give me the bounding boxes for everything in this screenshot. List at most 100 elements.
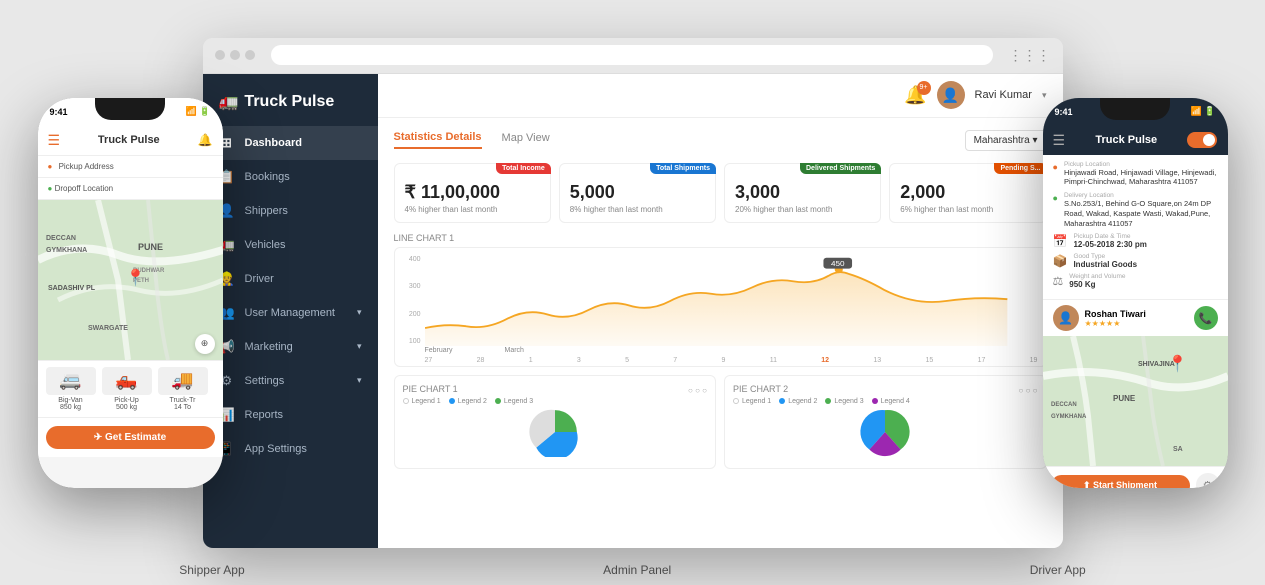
driver-status-time: 9:41: [1055, 107, 1073, 117]
sidebar-item-vehicles[interactable]: 🚛 Vehicles: [203, 228, 378, 262]
total-income-change: 4% higher than last month: [405, 205, 540, 214]
browser-menu-icon[interactable]: ⋮⋮⋮: [1009, 47, 1051, 64]
get-estimate-button[interactable]: ✈ Get Estimate: [46, 426, 215, 449]
driver-status-icons: 📶 🔋: [1191, 106, 1216, 117]
delivered-shipments-value: 3,000: [735, 182, 870, 203]
dropoff-bar[interactable]: ● Dropoff Location: [38, 178, 223, 200]
pie-chart-1-title: PIE CHART 1: [403, 384, 458, 394]
start-shipment-bar: ⬆ Start Shipment ⚙: [1043, 466, 1228, 487]
sidebar-item-driver[interactable]: 👷 Driver: [203, 262, 378, 296]
tab-map-view[interactable]: Map View: [502, 132, 550, 148]
scene: 9:41 📶 🔋 ☰ Truck Pulse 🔔 ● Pickup Addres…: [0, 0, 1265, 585]
notification-bell[interactable]: 🔔 9+: [904, 85, 926, 106]
toggle-knob: [1203, 134, 1215, 146]
shipper-app-title: Truck Pulse: [98, 134, 160, 146]
start-shipment-button[interactable]: ⬆ Start Shipment: [1051, 475, 1190, 488]
hamburger-icon[interactable]: ☰: [48, 132, 61, 149]
sidebar-user-management-label: User Management: [245, 307, 336, 319]
svg-text:SWARGATE: SWARGATE: [88, 325, 128, 332]
stat-card-pending: Pending S... 2,000 6% higher than last m…: [889, 163, 1046, 223]
pie-chart-2-visual: [733, 405, 1038, 460]
top-user-name: Ravi Kumar: [975, 89, 1032, 101]
pickup-label2: Pick-Up: [102, 397, 152, 404]
sidebar-item-marketing[interactable]: 📢 Marketing ▾: [203, 330, 378, 364]
sidebar-driver-label: Driver: [245, 273, 274, 285]
weight-icon: ⚖: [1053, 274, 1064, 288]
pickup-location-label: Pickup Location: [1064, 161, 1218, 168]
svg-text:GYMKHANA: GYMKHANA: [1051, 414, 1087, 420]
stat-card-delivered: Delivered Shipments 3,000 20% higher tha…: [724, 163, 881, 223]
calendar-icon: 📅: [1053, 234, 1068, 248]
phone-notch-left: [95, 98, 165, 120]
pie-charts-row: PIE CHART 1 ○ ○ ○ Legend 1 Legend 2 Lege…: [394, 375, 1047, 469]
sidebar-item-dashboard[interactable]: ⊞ Dashboard: [203, 126, 378, 160]
vehicle-truck[interactable]: 🚚 Truck-Tr 14 To: [158, 367, 208, 411]
admin-browser: ⋮⋮⋮ 🚛 Truck Pulse ⊞ Dashboard 📋 Bookings: [203, 38, 1063, 548]
total-shipments-value: 5,000: [570, 182, 705, 203]
phone-notch-right: [1100, 98, 1170, 120]
browser-chrome: ⋮⋮⋮: [203, 38, 1063, 74]
pickup-bar[interactable]: ● Pickup Address: [38, 156, 223, 178]
stat-card-shipments: Total Shipments 5,000 8% higher than las…: [559, 163, 716, 223]
driver-name: Roshan Tiwari: [1085, 309, 1146, 319]
svg-text:DECCAN: DECCAN: [1051, 402, 1077, 408]
vehicle-pickup[interactable]: 🛻 Pick-Up 500 kg: [102, 367, 152, 411]
pickup-address-text: Hinjawadi Road, Hinjawadi Village, Hinje…: [1064, 168, 1218, 188]
shipper-app-bottom-label: Shipper App: [179, 563, 244, 577]
bell-icon[interactable]: 🔔: [198, 133, 213, 147]
driver-info-section: ● Pickup Location Hinjawadi Road, Hinjaw…: [1043, 155, 1228, 300]
vehicle-list: 🚐 Big-Van 850 kg 🛻 Pick-Up 500 kg 🚚 Truc…: [38, 360, 223, 417]
driver-app-title: Truck Pulse: [1095, 134, 1157, 146]
driver-avatar: 👤: [1053, 305, 1079, 331]
pickup-label: Pickup Address: [59, 162, 114, 171]
tab-statistics[interactable]: Statistics Details: [394, 131, 482, 149]
state-dropdown[interactable]: Maharashtra ▾: [965, 130, 1047, 151]
truck-icon: 🚚: [158, 367, 208, 395]
total-income-badge: Total Income: [496, 163, 551, 174]
pickup-date-row: 📅 Pickup Date & Time 12-05-2018 2:30 pm: [1053, 233, 1218, 249]
total-shipments-change: 8% higher than last month: [570, 205, 705, 214]
sidebar-vehicles-label: Vehicles: [245, 239, 286, 251]
pickup-dot-icon: ●: [48, 162, 55, 171]
svg-text:PUNE: PUNE: [1113, 394, 1136, 403]
bottom-labels: Shipper App Admin Panel Driver App: [0, 563, 1265, 577]
sidebar-item-settings[interactable]: ⚙ Settings ▾: [203, 364, 378, 398]
user-management-arrow-icon: ▾: [357, 307, 362, 318]
line-chart: 450 400300200100 272813579111213151719: [394, 247, 1047, 367]
pie-chart-2-legend: Legend 1 Legend 2 Legend 3 Legend 4: [733, 398, 1038, 405]
svg-text:GYMKHANA: GYMKHANA: [46, 247, 87, 254]
sidebar-item-bookings[interactable]: 📋 Bookings: [203, 160, 378, 194]
pie-chart-2-title: PIE CHART 2: [733, 384, 788, 394]
marketing-arrow-icon: ▾: [357, 341, 362, 352]
pie-chart-1-legend: Legend 1 Legend 2 Legend 3: [403, 398, 708, 405]
call-button[interactable]: 📞: [1194, 306, 1218, 330]
shipper-status-icons: 📶 🔋: [186, 106, 211, 117]
user-avatar: 👤: [937, 81, 965, 109]
pickup-icon: 🛻: [102, 367, 152, 395]
driver-person-card: 👤 Roshan Tiwari ★★★★★ 📞: [1043, 299, 1228, 336]
sidebar-item-reports[interactable]: 📊 Reports: [203, 398, 378, 432]
pending-shipments-value: 2,000: [900, 182, 1035, 203]
browser-url-bar[interactable]: [271, 45, 993, 65]
svg-text:450: 450: [830, 259, 844, 267]
svg-text:DECCAN: DECCAN: [46, 235, 76, 242]
sidebar-item-app-settings[interactable]: 📱 App Settings: [203, 432, 378, 466]
driver-hamburger-icon[interactable]: ☰: [1053, 132, 1066, 149]
delivery-location-label: Delivery Location: [1064, 192, 1218, 199]
dropoff-label: Dropoff Location: [55, 184, 114, 193]
delivery-location-icon: ●: [1053, 193, 1058, 203]
vehicle-big-van[interactable]: 🚐 Big-Van 850 kg: [46, 367, 96, 411]
delivery-info-row: ● Delivery Location S.No.253/1, Behind G…: [1053, 192, 1218, 228]
admin-panel-bottom-label: Admin Panel: [603, 563, 671, 577]
browser-dots: [215, 50, 255, 60]
sidebar-item-shippers[interactable]: 👤 Shippers: [203, 194, 378, 228]
sidebar-item-user-management[interactable]: 👥 User Management ▾: [203, 296, 378, 330]
driver-settings-button[interactable]: ⚙: [1196, 473, 1220, 487]
pending-shipments-change: 6% higher than last month: [900, 205, 1035, 214]
toggle-switch[interactable]: [1187, 132, 1217, 148]
get-estimate-bar: ✈ Get Estimate: [38, 417, 223, 457]
map-locate-button[interactable]: ⊕: [195, 334, 215, 354]
line-chart-section: LINE CHART 1: [394, 233, 1047, 367]
svg-text:PUNE: PUNE: [138, 242, 163, 252]
sidebar-shippers-label: Shippers: [245, 205, 288, 217]
